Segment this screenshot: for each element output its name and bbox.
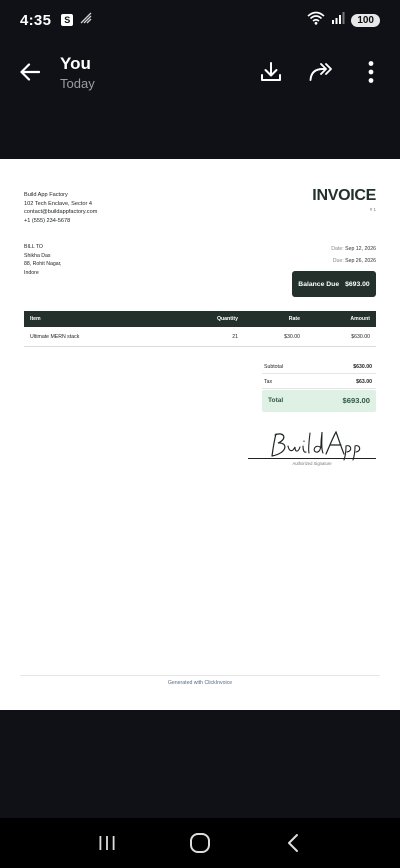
dates-block: Date: Sep 12, 2026 Due: Sep 26, 2026 — [331, 243, 376, 267]
battery-indicator: 100 — [351, 13, 380, 27]
share-forward-icon — [309, 63, 332, 81]
app-title: You — [60, 53, 91, 73]
header-rate: Rate — [288, 316, 300, 322]
row-item: Ultimate MERN stack — [30, 334, 80, 340]
total-label: Total — [268, 397, 284, 404]
signature-line — [248, 458, 376, 459]
footer-divider — [20, 675, 380, 676]
signature-caption: Authorized Signature — [292, 461, 332, 466]
row-rate: $30.00 — [284, 334, 300, 340]
share-button[interactable] — [308, 59, 334, 85]
invoice-title: INVOICE — [312, 187, 376, 204]
s-app-icon: S — [61, 14, 74, 26]
nav-back-button[interactable] — [273, 823, 313, 863]
nav-back-icon — [288, 834, 299, 852]
app-bar: You Today — [0, 40, 400, 104]
status-bar: 4:35 S 100 — [0, 0, 400, 40]
items-table-header: Item Quantity Rate Amount — [24, 311, 376, 327]
header-item: Item — [30, 316, 41, 322]
app-actions — [258, 59, 384, 85]
due-date: Sep 26, 2026 — [345, 258, 376, 264]
more-options-button[interactable] — [358, 59, 384, 85]
status-notifications: S — [61, 11, 93, 29]
bill-to-block: BILL TO Shikha Das 88, Rohit Nagar, Indo… — [24, 243, 62, 277]
subtotal-value: $630.00 — [353, 364, 372, 370]
app-subtitle: Today — [60, 75, 95, 91]
balance-due-box: Balance Due $693.00 — [292, 271, 376, 297]
header-amount: Amount — [350, 316, 370, 322]
signature-image — [271, 430, 361, 461]
invoice-number: # 1 — [369, 207, 376, 212]
no-signal-icon — [79, 11, 93, 29]
bill-to-city: Indore — [24, 269, 39, 276]
invoice-document[interactable]: Build App Factory 102 Tech Enclave, Sect… — [0, 159, 400, 710]
total-row: Total $693.00 — [262, 390, 376, 412]
wifi-icon — [307, 11, 325, 30]
back-button[interactable] — [18, 60, 42, 84]
invoice-date: Sep 12, 2026 — [345, 246, 376, 252]
title-block: You Today — [60, 54, 95, 91]
tax-label: Tax — [264, 379, 273, 385]
balance-value: $693.00 — [345, 280, 370, 288]
subtotal-label: Subtotal — [264, 364, 284, 370]
tax-row: Tax $63.00 — [262, 375, 376, 389]
download-icon — [261, 62, 281, 81]
due-label: Due: — [332, 258, 344, 264]
row-quantity: 21 — [232, 334, 238, 340]
company-name: Build App Factory — [24, 192, 68, 198]
bill-to-name: Shikha Das — [24, 252, 51, 259]
header-quantity: Quantity — [216, 316, 238, 322]
recents-button[interactable] — [87, 823, 127, 863]
footer-text: Generated with ClickInvoice — [167, 680, 233, 686]
total-value: $693.00 — [342, 396, 370, 405]
cell-signal-icon — [331, 11, 345, 29]
company-block: Build App Factory 102 Tech Enclave, Sect… — [24, 191, 97, 225]
table-row: Ultimate MERN stack 21 $30.00 $630.00 — [24, 327, 376, 347]
status-right: 100 — [307, 11, 380, 30]
tax-value: $63.00 — [356, 379, 372, 385]
download-button[interactable] — [258, 59, 284, 85]
system-nav-bar — [0, 818, 400, 868]
balance-label: Balance Due — [298, 280, 340, 288]
invoice-date-row: Date: Sep 12, 2026 — [331, 243, 376, 255]
company-phone: +1 (555) 234-5678 — [24, 217, 71, 224]
due-date-row: Due: Sep 26, 2026 — [331, 255, 376, 267]
row-amount: $630.00 — [351, 334, 370, 340]
status-time: 4:35 — [20, 11, 52, 29]
back-arrow-icon — [20, 63, 40, 81]
bill-to-address: 88, Rohit Nagar, — [24, 261, 62, 267]
date-label: Date: — [331, 246, 344, 252]
more-vert-icon — [368, 61, 374, 83]
home-button[interactable] — [180, 823, 220, 863]
screen: 4:35 S 100 You Today Build App Factory 1… — [0, 0, 400, 868]
recents-icon — [99, 836, 115, 850]
subtotal-row: Subtotal $630.00 — [262, 360, 376, 374]
company-email: contact@buildappfactory.com — [24, 209, 98, 216]
home-icon — [189, 833, 210, 853]
company-address: 102 Tech Enclave, Sector 4 — [24, 200, 92, 207]
bill-to-label: BILL TO — [24, 244, 43, 250]
